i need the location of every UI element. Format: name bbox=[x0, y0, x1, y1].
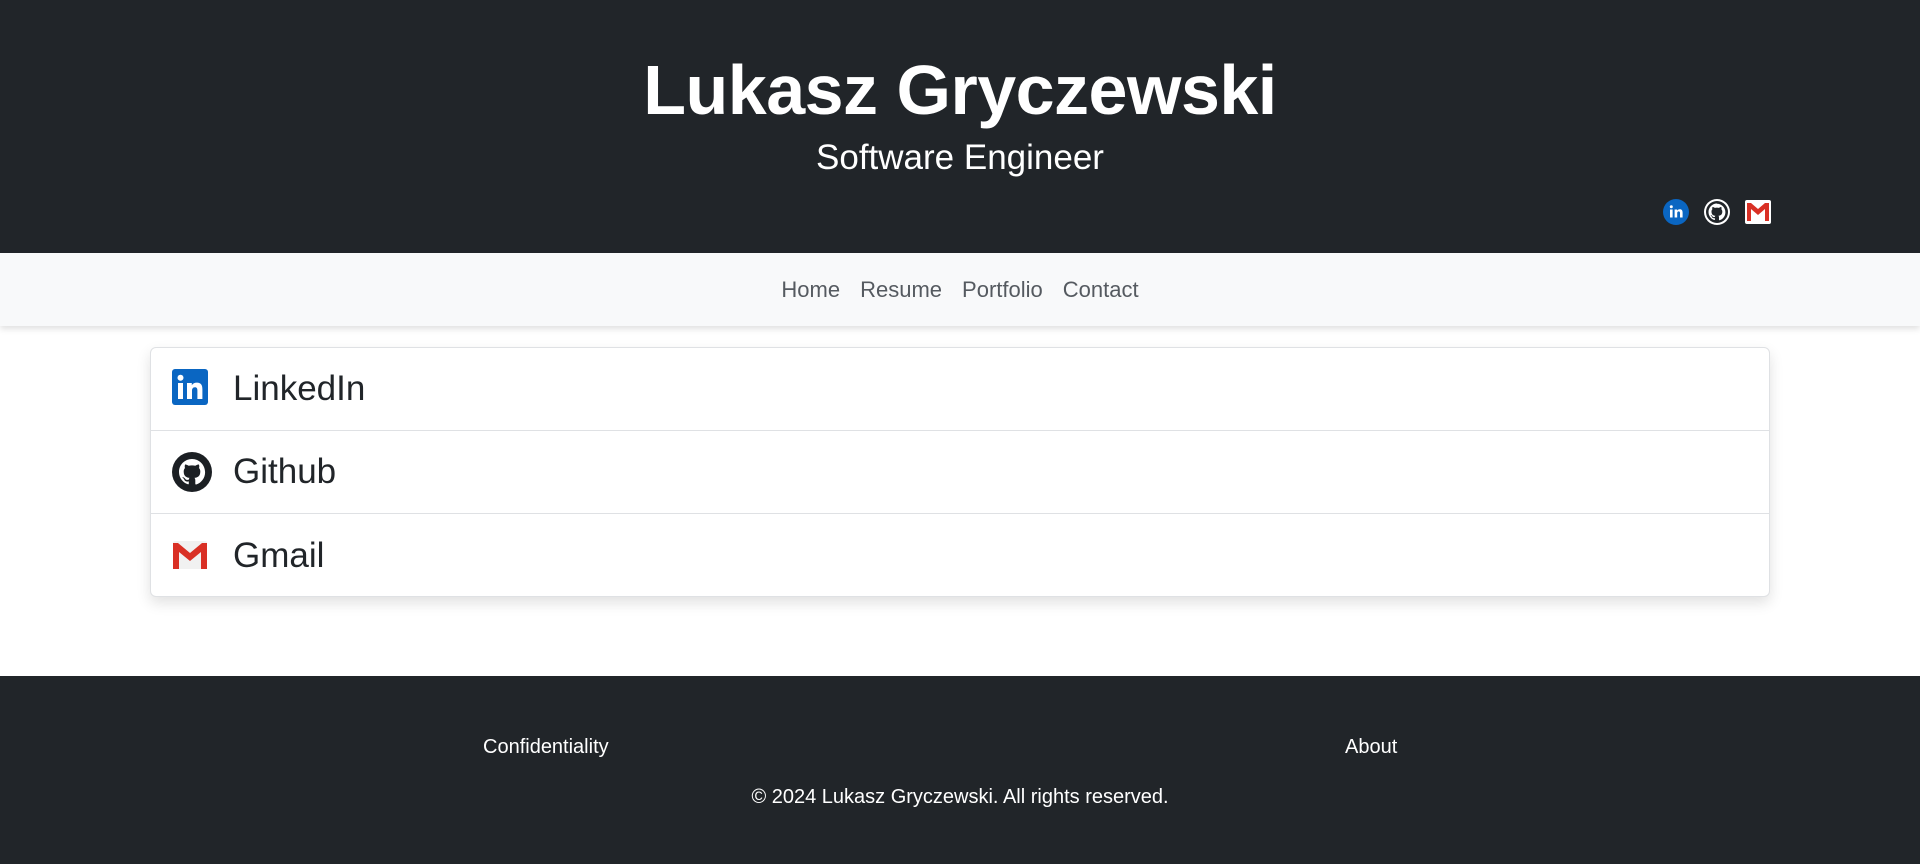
contact-item-gmail[interactable]: Gmail bbox=[151, 514, 1769, 597]
nav-contact[interactable]: Contact bbox=[1053, 275, 1149, 305]
header-github-link[interactable] bbox=[1703, 198, 1731, 226]
main-nav: Home Resume Portfolio Contact bbox=[0, 253, 1920, 326]
social-links bbox=[1662, 198, 1772, 226]
gmail-icon bbox=[1745, 200, 1771, 224]
contact-item-label: Github bbox=[233, 452, 337, 491]
linkedin-icon bbox=[172, 369, 208, 405]
header-linkedin-link[interactable] bbox=[1662, 198, 1690, 226]
copyright-text: © 2024 Lukasz Gryczewski. All rights res… bbox=[751, 786, 1169, 808]
contact-item-label: LinkedIn bbox=[233, 369, 366, 408]
contact-item-github[interactable]: Github bbox=[151, 431, 1769, 514]
nav-resume[interactable]: Resume bbox=[850, 275, 952, 305]
page-subtitle: Software Engineer bbox=[816, 138, 1104, 177]
nav-home[interactable]: Home bbox=[771, 275, 850, 305]
nav-portfolio[interactable]: Portfolio bbox=[952, 275, 1053, 305]
gmail-icon bbox=[173, 540, 207, 569]
github-icon bbox=[172, 452, 212, 492]
site-footer: Confidentiality About © 2024 Lukasz Gryc… bbox=[0, 676, 1920, 864]
contact-item-label: Gmail bbox=[233, 535, 325, 575]
page-title: Lukasz Gryczewski bbox=[643, 51, 1277, 129]
footer-confidentiality-link[interactable]: Confidentiality bbox=[483, 734, 609, 760]
linkedin-icon bbox=[1663, 199, 1689, 225]
footer-about-link[interactable]: About bbox=[1345, 734, 1397, 760]
header-gmail-link[interactable] bbox=[1744, 198, 1772, 226]
github-icon bbox=[1704, 199, 1730, 225]
site-header: Lukasz Gryczewski Software Engineer bbox=[0, 0, 1920, 253]
contact-list: LinkedIn Github Gmail bbox=[150, 347, 1770, 597]
contact-item-linkedin[interactable]: LinkedIn bbox=[151, 348, 1769, 431]
